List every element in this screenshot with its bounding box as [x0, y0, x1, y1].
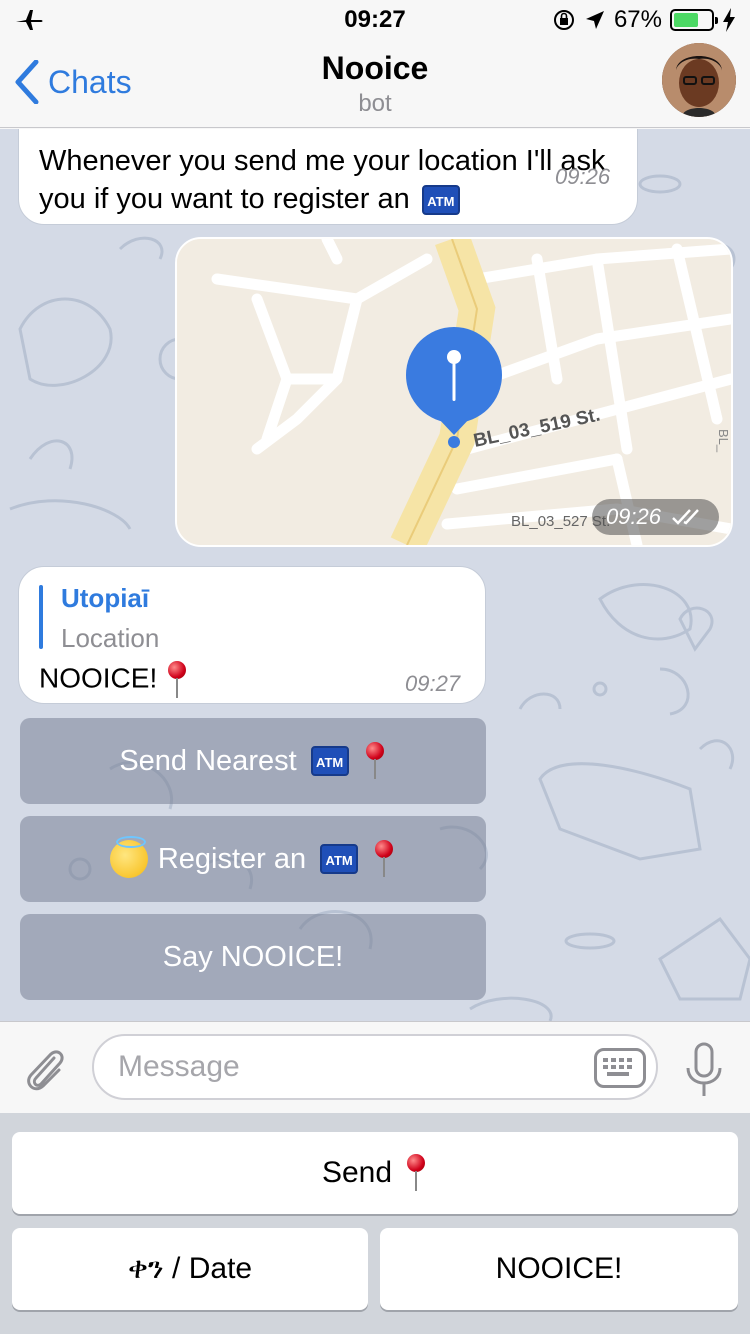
pushpin-emoji-icon	[404, 1154, 428, 1192]
battery-percent: 67%	[613, 6, 662, 33]
input-bar	[0, 1021, 750, 1113]
location-message-map[interactable]: BL_03_519 St. BL_03_527 St. BL_ 09:26	[175, 237, 733, 547]
keyboard-toggle-icon[interactable]	[594, 1048, 646, 1088]
reply-preview: Location	[61, 623, 160, 653]
incoming-message-reply[interactable]: Utopiaī Location NOOICE! 09:27	[18, 566, 486, 704]
message-time: 09:26	[605, 504, 661, 529]
message-time: 09:27	[405, 671, 461, 696]
airplane-icon	[16, 10, 43, 30]
inline-button-say-nooice[interactable]: Say NOOICE!	[20, 914, 486, 1000]
atm-emoji-icon: ATM	[320, 844, 359, 874]
inline-button-send-nearest[interactable]: Send Nearest ATM	[20, 718, 486, 804]
angel-emoji-icon	[109, 836, 148, 878]
pushpin-emoji-icon	[165, 661, 189, 699]
battery-icon	[670, 9, 718, 31]
microphone-icon[interactable]	[684, 1042, 724, 1098]
incoming-message-intro[interactable]: Whenever you send me your location I'll …	[18, 129, 638, 225]
message-text: Whenever you send me your location I'll …	[39, 145, 606, 216]
pushpin-emoji-icon	[372, 840, 396, 878]
reply-keyboard: Send ቀን / Date NOOICE!	[0, 1113, 750, 1334]
chat-area[interactable]: Whenever you send me your location I'll …	[0, 129, 750, 1021]
message-time: 09:26	[555, 164, 611, 189]
paperclip-icon[interactable]	[22, 1044, 68, 1094]
status-bar: 09:27 67%	[0, 0, 750, 40]
inline-button-register[interactable]: Register an ATM	[20, 816, 486, 902]
map-time-badge: 09:26	[591, 499, 719, 535]
message-input[interactable]	[92, 1034, 658, 1100]
pushpin-emoji-icon	[363, 742, 387, 780]
keyboard-button-nooice[interactable]: NOOICE!	[380, 1228, 738, 1310]
status-left	[14, 8, 214, 32]
nav-bar: Chats Nooice bot	[0, 40, 750, 128]
chat-title[interactable]: Nooice	[0, 50, 750, 87]
location-arrow-icon	[585, 11, 604, 29]
message-text: NOOICE!	[39, 661, 189, 699]
charging-bolt-icon	[723, 8, 735, 32]
double-check-icon	[672, 509, 699, 525]
reply-bar	[39, 585, 43, 649]
atm-emoji-icon: ATM	[421, 185, 460, 216]
reply-author[interactable]: Utopiaī	[61, 583, 149, 614]
avatar[interactable]	[662, 43, 736, 117]
rotation-lock-icon	[553, 10, 574, 30]
map-street-label-3: BL_	[716, 429, 731, 453]
status-right: 67%	[552, 6, 736, 34]
chat-subtitle: bot	[358, 90, 392, 117]
keyboard-button-send[interactable]: Send	[12, 1132, 738, 1214]
atm-emoji-icon: ATM	[310, 746, 349, 776]
keyboard-button-date[interactable]: ቀን / Date	[12, 1228, 368, 1310]
